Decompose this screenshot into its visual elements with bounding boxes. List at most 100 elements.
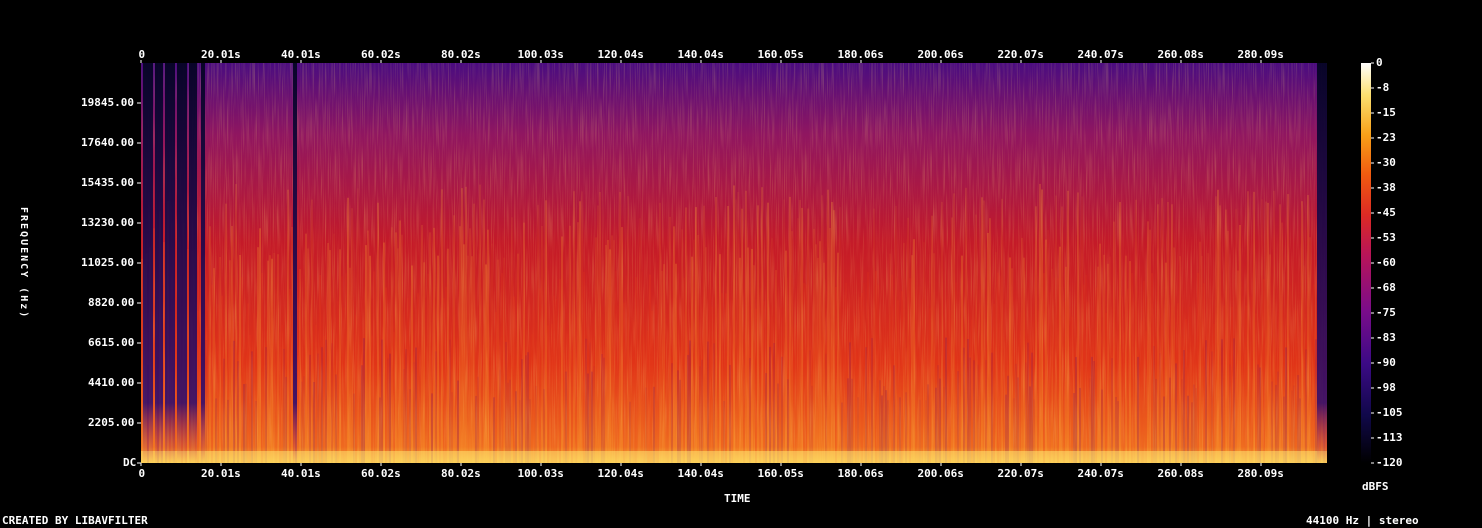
- spectrogram-stripe: [501, 273, 503, 463]
- spectrogram-stripe: [585, 338, 587, 463]
- spectrogram-stripe: [441, 189, 443, 463]
- spectrogram-stripe: [1243, 313, 1245, 463]
- spectrogram-stripe: [401, 234, 403, 463]
- spectrogram-stripe: [575, 317, 577, 463]
- spectrogram-stripe: [503, 257, 505, 463]
- spectrogram-stripe: [1131, 272, 1133, 463]
- spectrogram-stripe: [1301, 201, 1303, 463]
- spectrogram-stripe: [407, 297, 409, 463]
- spectrogram-stripe: [249, 334, 251, 463]
- spectrogram-stripe: [845, 282, 847, 463]
- x-tick-label-top: 160.05s: [757, 48, 804, 61]
- spectrogram-stripe: [855, 315, 857, 463]
- spectrogram-stripe: [333, 233, 335, 463]
- spectrogram-stripe: [725, 293, 727, 463]
- spectrogram-stripe: [571, 314, 573, 463]
- spectrogram-stripe: [247, 303, 249, 463]
- spectrogram-stripe: [611, 235, 613, 463]
- spectrogram-stripe: [337, 301, 339, 463]
- spectrogram-stripe: [1049, 292, 1051, 463]
- spectrogram-stripe: [601, 354, 603, 463]
- spectrogram-quiet-region: [155, 63, 163, 463]
- spectrogram-stripe: [993, 303, 995, 463]
- spectrogram-stripe: [759, 288, 761, 463]
- spectrogram-stripe: [309, 354, 311, 463]
- spectrogram-stripe: [375, 279, 377, 463]
- spectrogram-stripe: [1085, 274, 1087, 463]
- spectrogram-stripe: [779, 306, 781, 463]
- x-tick-label-top: 0: [138, 48, 146, 61]
- spectrogram-stripe: [469, 228, 471, 463]
- spectrogram-stripe: [1045, 239, 1047, 463]
- spectrogram-stripe: [1245, 305, 1247, 463]
- spectrogram-stripe: [691, 256, 693, 463]
- spectrogram-stripe: [1297, 374, 1299, 463]
- spectrogram-stripe: [315, 324, 317, 463]
- plot-area: [141, 63, 1341, 464]
- spectrogram-stripe: [1089, 378, 1091, 463]
- x-tick-label-top: 140.04s: [677, 48, 724, 61]
- spectrogram-stripe: [929, 308, 931, 463]
- colorbar-tick-label: -75: [1376, 306, 1396, 319]
- spectrogram-stripe: [893, 365, 895, 463]
- footer-audio-info: 44100 Hz | stereo: [1306, 514, 1419, 527]
- spectrogram-stripe: [261, 272, 263, 463]
- spectrogram-stripe: [843, 294, 845, 463]
- spectrogram-stripe: [983, 200, 985, 464]
- spectrogram-stripe: [465, 186, 467, 463]
- spectrogram-stripe: [439, 313, 441, 463]
- spectrogram-stripe: [389, 353, 391, 463]
- spectrogram-stripe: [903, 242, 905, 463]
- spectrogram-stripe: [761, 187, 763, 463]
- spectrogram-chart: [137, 60, 1374, 466]
- spectrogram-stripe: [713, 343, 715, 463]
- x-tick-label-bottom: 160.05s: [757, 467, 804, 480]
- spectrogram-stripe: [869, 333, 871, 463]
- spectrogram-stripe: [805, 284, 807, 463]
- spectrogram-stripe: [345, 273, 347, 463]
- spectrogram-stripe: [603, 357, 605, 463]
- spectrogram-stripe: [1165, 262, 1167, 463]
- spectrogram-stripe: [413, 361, 415, 463]
- spectrogram-stripe: [689, 340, 691, 463]
- spectrogram-stripe: [609, 249, 611, 463]
- spectrogram-stripe: [1177, 303, 1179, 463]
- spectrogram-stripe: [381, 339, 383, 463]
- spectrogram-stripe: [1207, 253, 1209, 463]
- spectrogram-stripe: [435, 351, 437, 463]
- spectrogram-stripe: [271, 258, 273, 463]
- spectrogram-stripe: [781, 356, 783, 463]
- spectrogram-stripe: [359, 311, 361, 463]
- spectrogram-stripe: [793, 327, 795, 463]
- spectrogram-stripe: [703, 205, 705, 463]
- x-tick-label-top: 240.07s: [1077, 48, 1124, 61]
- spectrogram-stripe: [1205, 340, 1207, 463]
- spectrogram-stripe: [831, 202, 833, 463]
- spectrogram-stripe: [1067, 190, 1069, 463]
- spectrogram-stripe: [405, 349, 407, 463]
- spectrogram-stripe: [693, 239, 695, 463]
- spectrogram-stripe: [527, 352, 529, 463]
- spectrogram-stripe: [649, 274, 651, 463]
- spectrogram-stripe: [937, 365, 939, 463]
- spectrogram-stripe: [1001, 198, 1003, 464]
- spectrogram-stripe: [643, 324, 645, 463]
- spectrogram-stripe: [797, 218, 799, 463]
- spectrogram-stripe: [1303, 265, 1305, 463]
- colorbar-tick-label: -60: [1376, 256, 1396, 269]
- spectrogram-stripe: [1133, 300, 1135, 463]
- spectrogram-stripe: [1111, 358, 1113, 463]
- spectrogram-stripe: [331, 343, 333, 463]
- spectrogram-stripe: [827, 189, 829, 464]
- x-tick-label-top: 100.03s: [517, 48, 564, 61]
- spectrogram-stripe: [1279, 204, 1281, 463]
- x-tick-label-top: 280.09s: [1237, 48, 1284, 61]
- spectrogram-stripe: [327, 242, 329, 463]
- colorbar-tick-label: -120: [1376, 456, 1403, 469]
- spectrogram-stripe: [1153, 346, 1155, 463]
- spectrogram-stripe: [1217, 189, 1219, 463]
- spectrogram-stripe: [1053, 277, 1055, 463]
- colorbar-unit-label: dBFS: [1362, 480, 1389, 493]
- colorbar-tick-marks: [1371, 62, 1374, 464]
- spectrogram-stripe: [491, 243, 493, 463]
